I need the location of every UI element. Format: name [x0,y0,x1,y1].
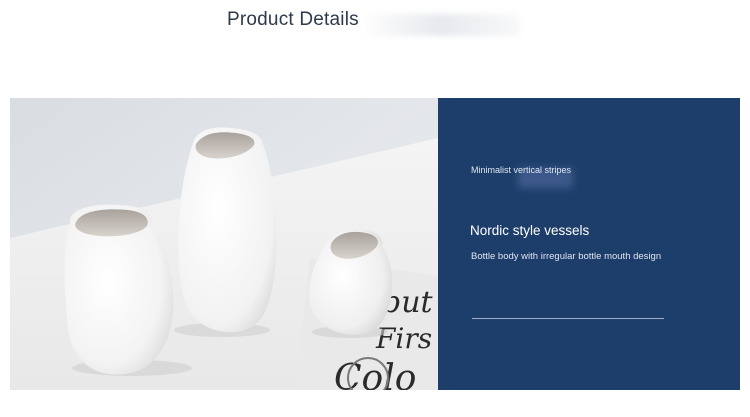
tagline: Minimalist vertical stripes [471,165,572,175]
product-title: Nordic style vessels [470,223,590,238]
magazine-word-3: Colo [334,358,416,390]
page-title: Product Details [227,9,359,30]
product-photo: but Firs Colo [10,98,438,390]
divider [472,318,664,319]
tall-vase [178,127,277,333]
info-panel: Minimalist vertical stripes Nordic style… [438,98,740,390]
product-description: Bottle body with irregular bottle mouth … [471,251,662,262]
header-ghost-text [360,14,520,36]
magazine-word-2: Firs [375,322,432,355]
vase-photo-illustration: but Firs Colo [10,98,438,390]
